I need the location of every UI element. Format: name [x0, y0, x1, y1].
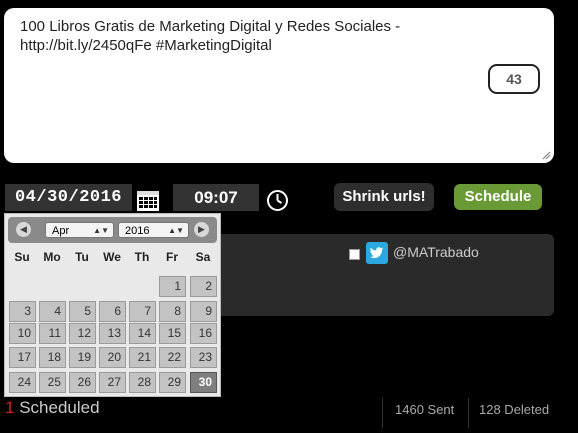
calendar-day[interactable]: 1: [159, 276, 186, 297]
datepicker-popup: ◀ Apr ▲▼ 2016 ▲▼ ▶ Su Mo Tu We Th Fr Sa 12345678…: [4, 213, 221, 397]
calendar-day[interactable]: 17: [9, 347, 36, 368]
year-select[interactable]: 2016 ▲▼: [118, 222, 189, 238]
calendar-day[interactable]: 3: [9, 301, 36, 322]
prev-month-icon[interactable]: ◀: [16, 222, 31, 237]
calendar-day[interactable]: 9: [190, 301, 217, 322]
clock-icon[interactable]: [266, 189, 289, 212]
date-input[interactable]: 04/30/2016: [5, 184, 132, 211]
weekday-label: Fr: [166, 250, 178, 264]
calendar-day[interactable]: 24: [9, 372, 36, 393]
next-month-icon[interactable]: ▶: [194, 222, 209, 237]
deleted-tab[interactable]: 128 Deleted: [468, 398, 549, 428]
weekday-label: Tu: [75, 250, 89, 264]
calendar-day[interactable]: 12: [69, 323, 96, 344]
weekday-label: Th: [134, 250, 150, 264]
tweet-compose-textarea[interactable]: 100 Libros Gratis de Marketing Digital y…: [4, 8, 554, 163]
character-counter: 43: [488, 64, 540, 94]
weekday-label: We: [103, 250, 121, 264]
calendar-day[interactable]: 18: [39, 347, 66, 368]
resize-grip-icon[interactable]: [542, 151, 551, 160]
scheduled-tab[interactable]: 1 Scheduled: [5, 398, 100, 418]
shrink-urls-button[interactable]: Shrink urls!: [334, 183, 434, 211]
month-select[interactable]: Apr ▲▼: [45, 222, 114, 238]
calendar-day[interactable]: 8: [159, 301, 186, 322]
calendar-icon[interactable]: [136, 188, 160, 212]
weekday-label: Sa: [195, 250, 211, 264]
calendar-day[interactable]: 2: [190, 276, 217, 297]
calendar-day[interactable]: 5: [69, 301, 96, 322]
schedule-button[interactable]: Schedule: [454, 184, 542, 210]
calendar-day[interactable]: 14: [129, 323, 156, 344]
calendar-day[interactable]: 23: [190, 347, 217, 368]
calendar-day[interactable]: 26: [69, 372, 96, 393]
calendar-day[interactable]: 7: [129, 301, 156, 322]
account-handle[interactable]: @MATrabado: [393, 244, 479, 260]
calendar-day[interactable]: 6: [99, 301, 126, 322]
year-value: 2016: [125, 225, 150, 237]
datepicker-header: ◀ Apr ▲▼ 2016 ▲▼ ▶: [8, 217, 217, 243]
time-input[interactable]: 09:07: [173, 184, 259, 211]
calendar-day[interactable]: 19: [69, 347, 96, 368]
calendar-day[interactable]: 28: [129, 372, 156, 393]
weekday-label: Su: [14, 250, 30, 264]
calendar-day[interactable]: 13: [99, 323, 126, 344]
calendar-day[interactable]: 21: [129, 347, 156, 368]
select-arrows-icon: ▲▼: [93, 226, 109, 235]
weekday-label: Mo: [43, 250, 61, 264]
calendar-day[interactable]: 16: [190, 323, 217, 344]
calendar-day[interactable]: 4: [39, 301, 66, 322]
tweet-text[interactable]: 100 Libros Gratis de Marketing Digital y…: [20, 17, 474, 55]
twitter-bird-icon: [366, 242, 388, 264]
calendar-day[interactable]: 27: [99, 372, 126, 393]
calendar-day[interactable]: 25: [39, 372, 66, 393]
calendar-day[interactable]: 11: [39, 323, 66, 344]
account-checkbox[interactable]: [349, 249, 360, 260]
calendar-day[interactable]: 15: [159, 323, 186, 344]
select-arrows-icon: ▲▼: [168, 226, 184, 235]
month-value: Apr: [52, 225, 70, 237]
calendar-day[interactable]: 29: [159, 372, 186, 393]
sent-tab[interactable]: 1460 Sent: [382, 398, 454, 428]
calendar-day-selected[interactable]: 30: [190, 372, 217, 393]
calendar-day[interactable]: 10: [9, 323, 36, 344]
calendar-day[interactable]: 22: [159, 347, 186, 368]
calendar-day[interactable]: 20: [99, 347, 126, 368]
scheduled-label: Scheduled: [14, 398, 100, 417]
